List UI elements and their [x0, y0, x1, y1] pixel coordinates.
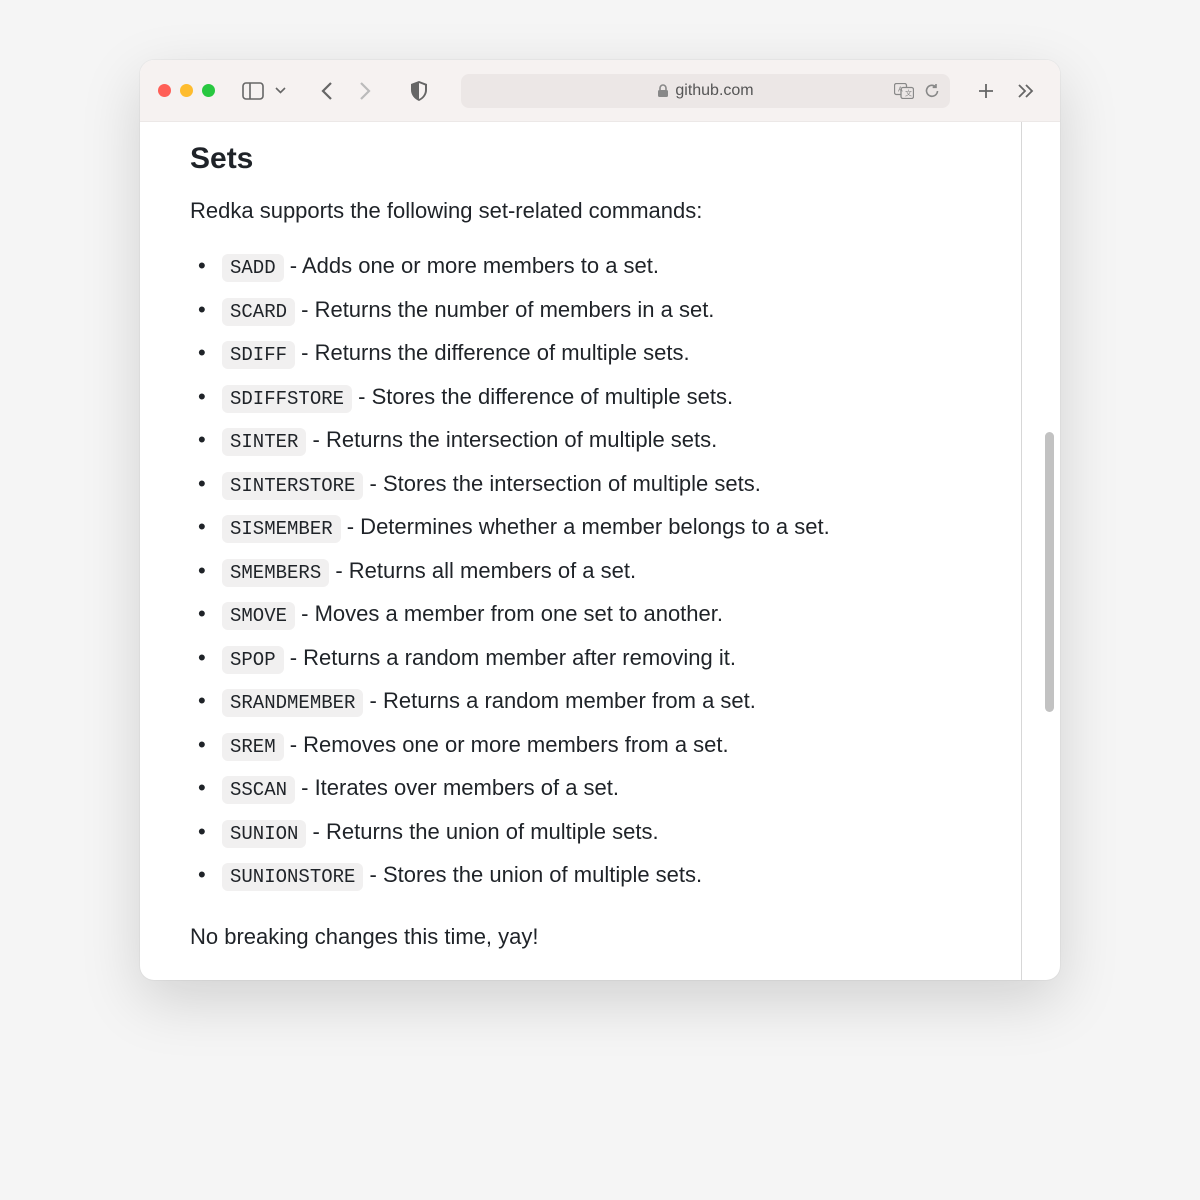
translate-button[interactable]: A 文 — [894, 83, 914, 99]
list-item: SPOP - Returns a random member after rem… — [222, 641, 1010, 675]
sidebar-dropdown-button[interactable] — [271, 75, 289, 107]
command-desc: - Stores the intersection of multiple se… — [363, 471, 760, 496]
list-item: SUNION - Returns the union of multiple s… — [222, 815, 1010, 849]
command-desc: - Stores the difference of multiple sets… — [352, 384, 733, 409]
list-item: SUNIONSTORE - Stores the union of multip… — [222, 858, 1010, 892]
reload-button[interactable] — [924, 83, 940, 99]
command-desc: - Stores the union of multiple sets. — [363, 862, 702, 887]
section-heading: Sets — [190, 142, 1010, 176]
command-desc: - Removes one or more members from a set… — [284, 732, 729, 757]
command-desc: - Iterates over members of a set. — [295, 775, 619, 800]
command-name[interactable]: SRANDMEMBER — [222, 689, 363, 717]
close-window-button[interactable] — [158, 84, 171, 97]
command-desc: - Returns a random member after removing… — [284, 645, 736, 670]
sidebar-icon — [242, 82, 264, 100]
command-name[interactable]: SMOVE — [222, 602, 295, 630]
command-name[interactable]: SCARD — [222, 298, 295, 326]
command-desc: - Returns all members of a set. — [329, 558, 636, 583]
nav-buttons — [311, 75, 381, 107]
sidebar-toggle-group — [237, 75, 289, 107]
new-tab-button[interactable] — [970, 75, 1002, 107]
plus-icon — [977, 82, 995, 100]
command-desc: - Determines whether a member belongs to… — [341, 514, 830, 539]
page-content: Sets Redka supports the following set-re… — [140, 122, 1060, 980]
address-right-controls: A 文 — [894, 83, 940, 99]
chevron-left-icon — [320, 81, 334, 101]
list-item: SMOVE - Moves a member from one set to a… — [222, 597, 1010, 631]
command-name[interactable]: SSCAN — [222, 776, 295, 804]
command-name[interactable]: SADD — [222, 254, 284, 282]
command-name[interactable]: SINTER — [222, 428, 306, 456]
shield-icon — [410, 81, 428, 101]
command-name[interactable]: SDIFFSTORE — [222, 385, 352, 413]
list-item: SDIFFSTORE - Stores the difference of mu… — [222, 380, 1010, 414]
list-item: SRANDMEMBER - Returns a random member fr… — [222, 684, 1010, 718]
command-desc: - Moves a member from one set to another… — [295, 601, 723, 626]
list-item: SDIFF - Returns the difference of multip… — [222, 336, 1010, 370]
commands-list: SADD - Adds one or more members to a set… — [190, 249, 1010, 892]
lock-icon — [657, 84, 669, 98]
command-desc: - Returns the intersection of multiple s… — [306, 427, 717, 452]
browser-window: github.com A 文 — [140, 60, 1060, 980]
window-controls — [158, 84, 215, 97]
content-wrapper: Sets Redka supports the following set-re… — [140, 122, 1060, 980]
command-name[interactable]: SMEMBERS — [222, 559, 329, 587]
command-name[interactable]: SREM — [222, 733, 284, 761]
command-name[interactable]: SUNIONSTORE — [222, 863, 363, 891]
svg-text:文: 文 — [905, 88, 912, 97]
list-item: SSCAN - Iterates over members of a set. — [222, 771, 1010, 805]
address-text: github.com — [675, 82, 753, 100]
command-name[interactable]: SDIFF — [222, 341, 295, 369]
list-item: SADD - Adds one or more members to a set… — [222, 249, 1010, 283]
scrollbar-track[interactable] — [1042, 122, 1056, 980]
list-item: SREM - Removes one or more members from … — [222, 728, 1010, 762]
list-item: SMEMBERS - Returns all members of a set. — [222, 554, 1010, 588]
forward-button[interactable] — [349, 75, 381, 107]
command-name[interactable]: SPOP — [222, 646, 284, 674]
overflow-button[interactable] — [1010, 75, 1042, 107]
address-bar[interactable]: github.com A 文 — [461, 74, 950, 108]
command-desc: - Returns the union of multiple sets. — [306, 819, 658, 844]
list-item: SISMEMBER - Determines whether a member … — [222, 510, 1010, 544]
closing-text: No breaking changes this time, yay! — [190, 920, 1010, 953]
maximize-window-button[interactable] — [202, 84, 215, 97]
command-name[interactable]: SINTERSTORE — [222, 472, 363, 500]
command-desc: - Adds one or more members to a set. — [284, 253, 659, 278]
chevron-right-icon — [358, 81, 372, 101]
list-item: SINTER - Returns the intersection of mul… — [222, 423, 1010, 457]
intro-text: Redka supports the following set-related… — [190, 194, 1010, 227]
translate-icon: A 文 — [894, 83, 914, 99]
privacy-button[interactable] — [403, 75, 435, 107]
list-item: SINTERSTORE - Stores the intersection of… — [222, 467, 1010, 501]
minimize-window-button[interactable] — [180, 84, 193, 97]
command-name[interactable]: SUNION — [222, 820, 306, 848]
browser-toolbar: github.com A 文 — [140, 60, 1060, 122]
chevron-down-icon — [275, 87, 286, 94]
back-button[interactable] — [311, 75, 343, 107]
chevron-double-right-icon — [1017, 83, 1035, 99]
sidebar-toggle-button[interactable] — [237, 75, 269, 107]
command-desc: - Returns the number of members in a set… — [295, 297, 714, 322]
scrollbar-thumb[interactable] — [1045, 432, 1054, 712]
command-desc: - Returns a random member from a set. — [363, 688, 755, 713]
command-desc: - Returns the difference of multiple set… — [295, 340, 690, 365]
reload-icon — [924, 83, 940, 99]
command-name[interactable]: SISMEMBER — [222, 515, 341, 543]
svg-text:A: A — [898, 86, 903, 93]
list-item: SCARD - Returns the number of members in… — [222, 293, 1010, 327]
